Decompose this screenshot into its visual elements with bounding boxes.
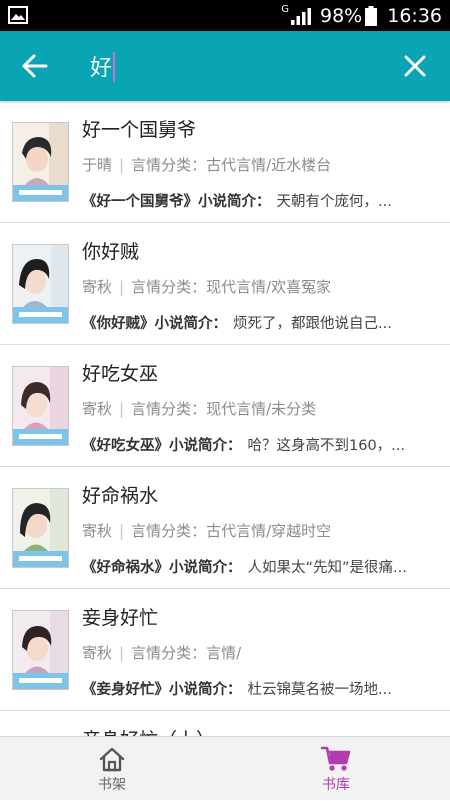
book-author: 寄秋 [82,400,113,418]
book-title: 好一个国舅爷 [82,119,197,141]
book-title: 妾身好忙（上） [82,725,215,736]
intro-text: 杜云锦莫名被一场地... [247,682,392,698]
list-item[interactable]: 好吃女巫 寄秋 | 言情分类：现代言情/未分类 《好吃女巫》小说简介： 哈？这身高不到… [0,345,450,467]
intro-text: 天朝有个庞何，... [276,194,392,210]
separator: | [119,644,125,662]
book-meta: 于晴 | 言情分类：古代言情/近水楼台 [82,154,331,175]
book-author: 于晴 [82,156,113,174]
network-type: G [281,4,289,15]
signal-icon [291,7,311,25]
separator: | [119,156,125,174]
book-cover-image [13,367,68,445]
intro-label: 《好命祸水》小说简介： [82,560,242,576]
list-item[interactable]: 你好贼 寄秋 | 言情分类：现代言情/欢喜冤家 《你好贼》小说简介： 烦死了，都跟他说… [0,223,450,345]
tab-bookshelf[interactable]: 书架 [42,737,182,801]
book-title: 妾身好忙 [82,607,159,629]
book-meta: 寄秋 | 言情分类：古代言情/穿越时空 [82,520,331,541]
search-input[interactable] [90,49,380,83]
book-cover-image [13,245,68,323]
close-icon[interactable] [404,55,426,77]
intro-text: 烦死了，都跟他说自己... [233,316,392,332]
book-author: 寄秋 [82,522,113,540]
book-category: 言情分类：古代言情/近水楼台 [131,156,332,174]
book-cover-image [13,123,68,201]
cart-icon [321,746,351,771]
book-intro: 《好吃女巫》小说简介： 哈？这身高不到160，... [82,434,438,455]
text-cursor [113,52,115,82]
status-bar: G 98% 16:36 [0,0,450,31]
book-author: 寄秋 [82,644,113,662]
back-arrow-icon[interactable] [22,54,48,78]
book-intro: 《你好贼》小说简介： 烦死了，都跟他说自己... [82,312,438,333]
tab-library[interactable]: 书库 [266,737,406,801]
book-category: 言情分类：现代言情/欢喜冤家 [131,278,332,296]
list-item[interactable]: 好命祸水 寄秋 | 言情分类：古代言情/穿越时空 《好命祸水》小说简介： 人如果太“先… [0,467,450,589]
list-item[interactable]: 妾身好忙（上） [0,711,450,736]
tab-library-label: 书库 [322,777,350,793]
book-title: 好命祸水 [82,485,159,507]
clock: 16:36 [387,4,442,27]
book-cover-image [13,489,68,567]
book-intro: 《好一个国舅爷》小说简介： 天朝有个庞何，... [82,190,438,211]
battery-percent: 98% [320,4,363,27]
bottom-navigation: 书架 书库 [0,736,450,800]
intro-label: 《妾身好忙》小说简介： [82,682,242,698]
intro-label: 《你好贼》小说简介： [82,316,227,332]
separator: | [119,278,125,296]
book-title: 你好贼 [82,241,140,263]
book-meta: 寄秋 | 言情分类：言情/ [82,642,241,663]
search-results-list[interactable]: 好一个国舅爷 于晴 | 言情分类：古代言情/近水楼台 《好一个国舅爷》小说简介： 天朝… [0,101,450,736]
book-title: 好吃女巫 [82,363,159,385]
book-cover-image [13,611,68,689]
book-category: 言情分类：古代言情/穿越时空 [131,522,332,540]
intro-label: 《好吃女巫》小说简介： [82,438,242,454]
search-header [0,31,450,101]
book-author: 寄秋 [82,278,113,296]
separator: | [119,400,125,418]
book-intro: 《妾身好忙》小说简介： 杜云锦莫名被一场地... [82,678,438,699]
book-meta: 寄秋 | 言情分类：现代言情/未分类 [82,398,316,419]
tab-bookshelf-label: 书架 [98,777,126,793]
intro-text: 人如果太“先知”是很痛... [247,560,407,576]
book-category: 言情分类：现代言情/未分类 [131,400,317,418]
photo-icon [8,6,28,24]
intro-label: 《好一个国舅爷》小说简介： [82,194,271,210]
battery-icon [365,5,378,26]
list-item[interactable]: 妾身好忙 寄秋 | 言情分类：言情/ 《妾身好忙》小说简介： 杜云锦莫名被一场地... [0,589,450,711]
book-meta: 寄秋 | 言情分类：现代言情/欢喜冤家 [82,276,331,297]
book-intro: 《好命祸水》小说简介： 人如果太“先知”是很痛... [82,556,438,577]
intro-text: 哈？这身高不到160，... [247,438,406,454]
separator: | [119,522,125,540]
list-item[interactable]: 好一个国舅爷 于晴 | 言情分类：古代言情/近水楼台 《好一个国舅爷》小说简介： 天朝… [0,101,450,223]
home-icon [99,747,125,772]
book-category: 言情分类：言情/ [131,644,242,662]
